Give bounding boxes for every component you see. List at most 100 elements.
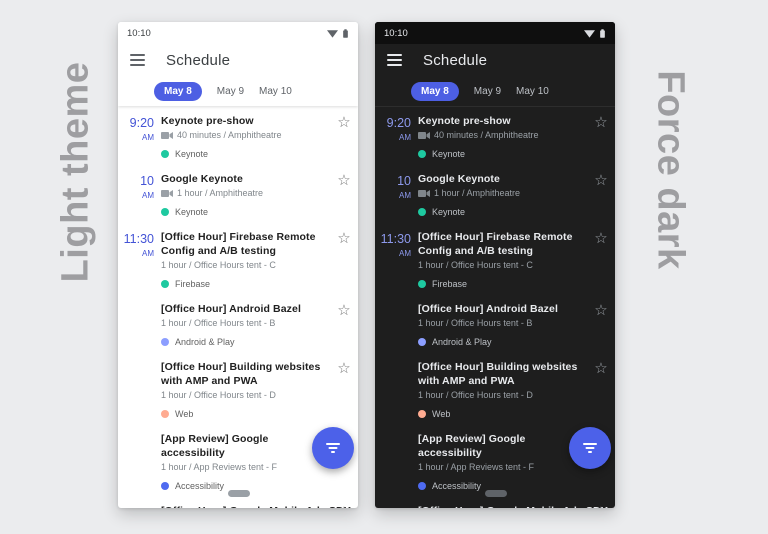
tag-dot	[418, 410, 426, 418]
schedule-item[interactable]: [Office Hour] Building websites with AMP…	[375, 354, 615, 426]
star-icon[interactable]: ☆	[594, 173, 607, 188]
schedule-item[interactable]: [Office Hour] Building websites with AMP…	[118, 354, 358, 426]
event-content: Google Keynote1 hour / Amphitheatre Keyno…	[161, 172, 330, 224]
tab-may-8[interactable]: May 8	[154, 82, 202, 101]
tag-dot	[161, 338, 169, 346]
tag-dot	[161, 150, 169, 158]
event-time	[375, 504, 418, 508]
event-time	[118, 360, 161, 426]
event-content: [Office Hour] Building websites with AMP…	[161, 360, 330, 426]
phone-light-theme: 10:10 Schedule May 8 May 9 May 10 9:20AM…	[118, 22, 358, 508]
battery-icon	[599, 28, 606, 39]
star-icon[interactable]: ☆	[594, 303, 607, 318]
tag-dot	[418, 150, 426, 158]
star-icon[interactable]: ☆	[594, 115, 607, 130]
event-tag: Keynote	[418, 149, 587, 159]
event-tag: Firebase	[161, 279, 330, 289]
tag-dot	[418, 482, 426, 490]
nav-handle[interactable]	[228, 490, 250, 497]
star-icon[interactable]: ☆	[594, 361, 607, 376]
event-meta: 1 hour / Amphitheatre	[161, 187, 330, 200]
schedule-item[interactable]: 10AMGoogle Keynote1 hour / AmphitheatreK…	[375, 166, 615, 224]
tab-may-10[interactable]: May 10	[259, 86, 292, 97]
filter-icon	[582, 442, 598, 454]
event-title: [Office Hour] Google Mobile Ads SDK	[161, 504, 330, 508]
event-time	[118, 302, 161, 354]
page-title: Schedule	[166, 52, 230, 69]
tag-label: Accessibility	[175, 481, 224, 491]
tag-label: Accessibility	[432, 481, 481, 491]
tab-bar: May 8 May 9 May 10	[118, 76, 358, 106]
schedule-item[interactable]: [Office Hour] Google Mobile Ads SDK1 hou…	[375, 498, 615, 508]
event-title: Google Keynote	[161, 172, 330, 186]
star-icon[interactable]: ☆	[337, 505, 350, 508]
tab-may-10[interactable]: May 10	[516, 86, 549, 97]
event-title: [Office Hour] Android Bazel	[161, 302, 330, 316]
event-title: [Office Hour] Building websites with AMP…	[418, 360, 587, 388]
battery-icon	[342, 28, 349, 39]
nav-handle[interactable]	[485, 490, 507, 497]
tab-may-9[interactable]: May 9	[217, 86, 244, 97]
event-tag: Firebase	[418, 279, 587, 289]
event-tag: Web	[161, 409, 330, 419]
menu-icon[interactable]	[130, 54, 145, 66]
filter-fab-button[interactable]	[569, 427, 611, 469]
event-title: Keynote pre-show	[418, 114, 587, 128]
event-title: Keynote pre-show	[161, 114, 330, 128]
tag-label: Android & Play	[432, 337, 492, 347]
event-content: [Office Hour] Google Mobile Ads SDK1 hou…	[161, 504, 330, 508]
event-time	[375, 302, 418, 354]
header: 10:10 Schedule May 8 May 9 May 10	[375, 22, 615, 106]
videocam-icon	[418, 131, 430, 140]
page-title: Schedule	[423, 52, 487, 69]
event-time: 10AM	[118, 172, 161, 224]
star-icon[interactable]: ☆	[337, 173, 350, 188]
filter-fab-button[interactable]	[312, 427, 354, 469]
tag-label: Keynote	[432, 207, 465, 217]
schedule-item[interactable]: [Office Hour] Android Bazel1 hour / Offi…	[118, 296, 358, 354]
event-content: Google Keynote1 hour / AmphitheatreKeyno…	[418, 172, 587, 224]
wifi-icon	[584, 29, 595, 38]
event-content: [App Review] Google accessibility1 hour …	[418, 432, 587, 498]
schedule-item[interactable]: 9:20AMKeynote pre-show40 minutes / Amphi…	[375, 108, 615, 166]
schedule-item[interactable]: 10AMGoogle Keynote1 hour / Amphitheatre K…	[118, 166, 358, 224]
event-meta: 1 hour / Office Hours tent - C	[161, 259, 330, 272]
tag-label: Web	[432, 409, 450, 419]
status-time: 10:10	[384, 28, 408, 39]
status-bar: 10:10	[375, 22, 615, 44]
event-content: [Office Hour] Firebase Remote Config and…	[161, 230, 330, 296]
star-icon[interactable]: ☆	[594, 231, 607, 246]
event-content: [Office Hour] Google Mobile Ads SDK1 hou…	[418, 504, 587, 508]
phone-dark-theme: 10:10 Schedule May 8 May 9 May 10 9:20AM…	[375, 22, 615, 508]
event-meta: 40 minutes / Amphitheatre	[418, 129, 587, 142]
schedule-item[interactable]: 11:30AM[Office Hour] Firebase Remote Con…	[375, 224, 615, 296]
schedule-item[interactable]: 11:30AM[Office Hour] Firebase Remote Con…	[118, 224, 358, 296]
event-content: Keynote pre-show40 minutes / Amphitheatr…	[161, 114, 330, 166]
right-caption: Force dark	[649, 70, 692, 269]
schedule-item[interactable]: 9:20AMKeynote pre-show40 minutes / Amphi…	[118, 108, 358, 166]
tag-dot	[161, 410, 169, 418]
event-meta: 40 minutes / Amphitheatre	[161, 129, 330, 142]
tag-label: Keynote	[432, 149, 465, 159]
schedule-item[interactable]: [Office Hour] Google Mobile Ads SDK1 hou…	[118, 498, 358, 508]
event-time	[118, 504, 161, 508]
event-meta: 1 hour / Amphitheatre	[418, 187, 587, 200]
tab-may-8[interactable]: May 8	[411, 82, 459, 101]
star-icon[interactable]: ☆	[337, 231, 350, 246]
star-icon[interactable]: ☆	[337, 115, 350, 130]
event-title: [Office Hour] Android Bazel	[418, 302, 587, 316]
filter-icon	[325, 442, 341, 454]
schedule-item[interactable]: [Office Hour] Android Bazel1 hour / Offi…	[375, 296, 615, 354]
star-icon[interactable]: ☆	[337, 361, 350, 376]
videocam-icon	[161, 131, 173, 140]
tab-may-9[interactable]: May 9	[474, 86, 501, 97]
event-meta: 1 hour / Office Hours tent - D	[418, 389, 587, 402]
event-content: [App Review] Google accessibility1 hour …	[161, 432, 330, 498]
tag-dot	[161, 280, 169, 288]
tag-label: Keynote	[175, 207, 208, 217]
star-icon[interactable]: ☆	[337, 303, 350, 318]
star-icon[interactable]: ☆	[594, 505, 607, 508]
menu-icon[interactable]	[387, 54, 402, 66]
event-tag: Keynote	[161, 207, 330, 217]
tag-label: Keynote	[175, 149, 208, 159]
